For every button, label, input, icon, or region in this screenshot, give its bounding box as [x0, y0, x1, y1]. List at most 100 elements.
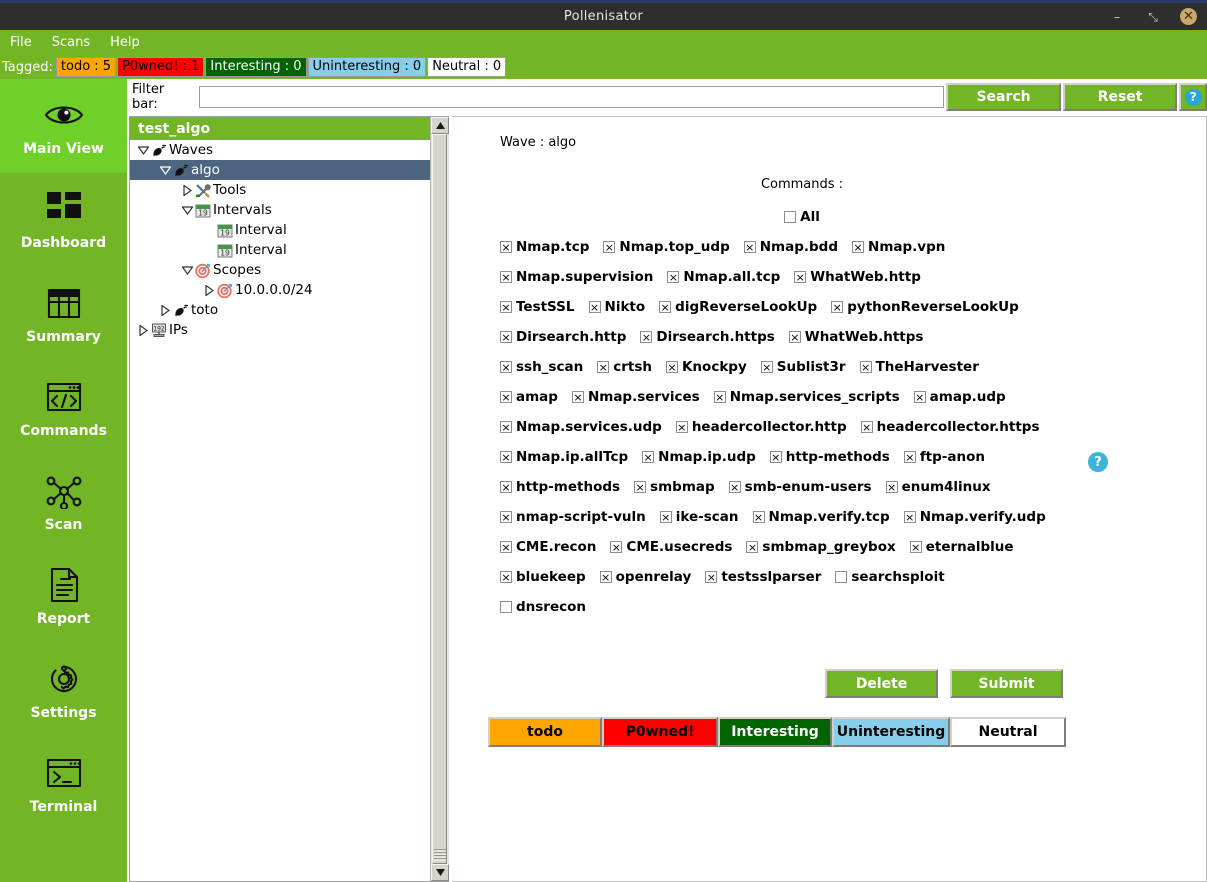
close-icon[interactable]: ✕ [1180, 8, 1197, 25]
contextual-help-button[interactable]: ? [1088, 452, 1108, 472]
checkbox-nmap-vpn[interactable]: × Nmap.vpn [852, 239, 945, 255]
checkbox-nmap-tcp[interactable]: × Nmap.tcp [500, 239, 589, 255]
checkbox-ftp-anon[interactable]: × ftp-anon [903, 449, 985, 465]
checkbox-headercollector-http[interactable]: × headercollector.http [675, 419, 847, 435]
tag-button-p0wned-[interactable]: P0wned! [602, 717, 718, 747]
chevron-down-icon[interactable] [136, 145, 150, 155]
sidebar-item-settings[interactable]: Settings [0, 643, 127, 737]
checkbox-nmap-supervision[interactable]: × Nmap.supervision [500, 269, 653, 285]
checkbox-smbmap[interactable]: × smbmap [634, 479, 715, 495]
tree-node-tools[interactable]: Tools [130, 180, 448, 200]
checkbox-crtsh[interactable]: × crtsh [597, 359, 652, 375]
checkbox-ike-scan[interactable]: × ike-scan [659, 509, 739, 525]
checkbox-nmap-all-tcp[interactable]: × Nmap.all.tcp [667, 269, 780, 285]
tag-badge-p0wned[interactable]: P0wned! : 1 [117, 57, 205, 77]
checkbox-nmap-services-scripts[interactable]: × Nmap.services_scripts [713, 389, 900, 405]
checkbox-ssh-scan[interactable]: × ssh_scan [500, 359, 583, 375]
tree-node-algo[interactable]: algo [130, 160, 448, 180]
checkbox-http-methods[interactable]: × http-methods [500, 479, 620, 495]
tag-button-interesting[interactable]: Interesting [718, 717, 832, 747]
checkbox-testssl[interactable]: × TestSSL [500, 299, 575, 315]
chevron-down-icon[interactable] [180, 205, 194, 215]
checkbox-nmap-ip-alltcp[interactable]: × Nmap.ip.allTcp [500, 449, 628, 465]
checkbox-smb-enum-users[interactable]: × smb-enum-users [728, 479, 872, 495]
scrollbar-grip[interactable] [434, 849, 446, 861]
sidebar-item-terminal[interactable]: Terminal [0, 737, 127, 831]
checkbox-digreverselookup[interactable]: × digReverseLookUp [659, 299, 817, 315]
checkbox-eternalblue[interactable]: × eternalblue [909, 539, 1014, 555]
checkbox-sublist3r[interactable]: × Sublist3r [760, 359, 846, 375]
checkbox-nmap-verify-udp[interactable]: × Nmap.verify.udp [903, 509, 1046, 525]
checkbox-smbmap-greybox[interactable]: × smbmap_greybox [746, 539, 896, 555]
tree-node-interval[interactable]: 19 Interval [130, 220, 448, 240]
checkbox-dnsrecon[interactable]: dnsrecon [500, 599, 586, 615]
tree-node-interval[interactable]: 19 Interval [130, 240, 448, 260]
minimize-icon[interactable]: – [1108, 8, 1126, 26]
checkbox-amap[interactable]: × amap [500, 389, 558, 405]
chevron-right-icon[interactable] [202, 284, 216, 296]
reset-button[interactable]: Reset [1062, 83, 1178, 111]
checkbox-bluekeep[interactable]: × bluekeep [500, 569, 586, 585]
menu-file[interactable]: File [8, 34, 34, 51]
tree-node-10-0-0-0-24[interactable]: 10.0.0.0/24 [130, 280, 448, 300]
chevron-right-icon[interactable] [158, 304, 172, 316]
menu-help[interactable]: Help [108, 34, 142, 51]
chevron-right-icon[interactable] [136, 324, 150, 336]
delete-button[interactable]: Delete [825, 669, 938, 698]
chevron-down-icon[interactable] [180, 265, 194, 275]
checkbox-nmap-services-udp[interactable]: × Nmap.services.udp [500, 419, 662, 435]
tag-button-uninteresting[interactable]: Uninteresting [832, 717, 950, 747]
chevron-right-icon[interactable] [180, 184, 194, 196]
scroll-down-arrow-icon[interactable] [431, 864, 449, 881]
sidebar-item-summary[interactable]: Summary [0, 267, 127, 361]
tree-scrollbar[interactable] [430, 117, 449, 881]
checkbox-nmap-script-vuln[interactable]: × nmap-script-vuln [500, 509, 646, 525]
checkbox-whatweb-http[interactable]: × WhatWeb.http [794, 269, 921, 285]
tree-node-waves[interactable]: Waves [130, 140, 448, 160]
checkbox-headercollector-https[interactable]: × headercollector.https [860, 419, 1040, 435]
chevron-down-icon[interactable] [158, 165, 172, 175]
checkbox-pythonreverselookup[interactable]: × pythonReverseLookUp [831, 299, 1019, 315]
checkbox-amap-udp[interactable]: × amap.udp [913, 389, 1006, 405]
search-button[interactable]: Search [946, 83, 1061, 111]
checkbox-dirsearch-https[interactable]: × Dirsearch.https [640, 329, 775, 345]
tag-button-todo[interactable]: todo [488, 717, 602, 747]
checkbox-nmap-bdd[interactable]: × Nmap.bdd [743, 239, 838, 255]
tag-badge-todo[interactable]: todo : 5 [55, 57, 117, 77]
tag-button-neutral[interactable]: Neutral [950, 717, 1066, 747]
checkbox-openrelay[interactable]: × openrelay [599, 569, 691, 585]
tag-badge-neutral[interactable]: Neutral : 0 [427, 57, 507, 77]
checkbox-nmap-top-udp[interactable]: × Nmap.top_udp [603, 239, 730, 255]
tag-badge-uninteresting[interactable]: Uninteresting : 0 [307, 57, 427, 77]
sidebar-item-dashboard[interactable]: Dashboard [0, 173, 127, 267]
tree-node-ips[interactable]: 192 IPs [130, 320, 448, 340]
checkbox-http-methods[interactable]: × http-methods [769, 449, 890, 465]
sidebar-item-report[interactable]: Report [0, 549, 127, 643]
checkbox-enum4linux[interactable]: × enum4linux [885, 479, 991, 495]
tree-header-pentest[interactable]: test_algo [130, 117, 448, 140]
checkbox-dirsearch-http[interactable]: × Dirsearch.http [500, 329, 626, 345]
scrollbar-thumb[interactable] [432, 134, 447, 864]
checkbox-nmap-services[interactable]: × Nmap.services [571, 389, 700, 405]
checkbox-nmap-ip-udp[interactable]: × Nmap.ip.udp [642, 449, 756, 465]
checkbox-cme-recon[interactable]: × CME.recon [500, 539, 596, 555]
checkbox-searchsploit[interactable]: searchsploit [835, 569, 945, 585]
filter-input[interactable] [199, 86, 945, 108]
sidebar-item-commands[interactable]: Commands [0, 361, 127, 455]
checkbox-whatweb-https[interactable]: × WhatWeb.https [788, 329, 923, 345]
menu-scans[interactable]: Scans [50, 34, 92, 51]
checkbox-testsslparser[interactable]: × testsslparser [705, 569, 821, 585]
checkbox-nikto[interactable]: × Nikto [588, 299, 645, 315]
checkbox-theharvester[interactable]: × TheHarvester [859, 359, 979, 375]
checkbox-nmap-verify-tcp[interactable]: × Nmap.verify.tcp [752, 509, 890, 525]
checkbox-cme-usecreds[interactable]: × CME.usecreds [610, 539, 732, 555]
checkbox-all[interactable]: All [784, 209, 820, 225]
submit-button[interactable]: Submit [950, 669, 1063, 698]
checkbox-knockpy[interactable]: × Knockpy [665, 359, 747, 375]
maximize-icon[interactable]: ⤡ [1144, 8, 1162, 26]
scrollbar-trough[interactable] [431, 134, 449, 864]
help-button[interactable]: ? [1179, 83, 1207, 111]
sidebar-item-scan[interactable]: Scan [0, 455, 127, 549]
tag-badge-interesting[interactable]: Interesting : 0 [205, 57, 307, 77]
tree-node-intervals[interactable]: 19 Intervals [130, 200, 448, 220]
